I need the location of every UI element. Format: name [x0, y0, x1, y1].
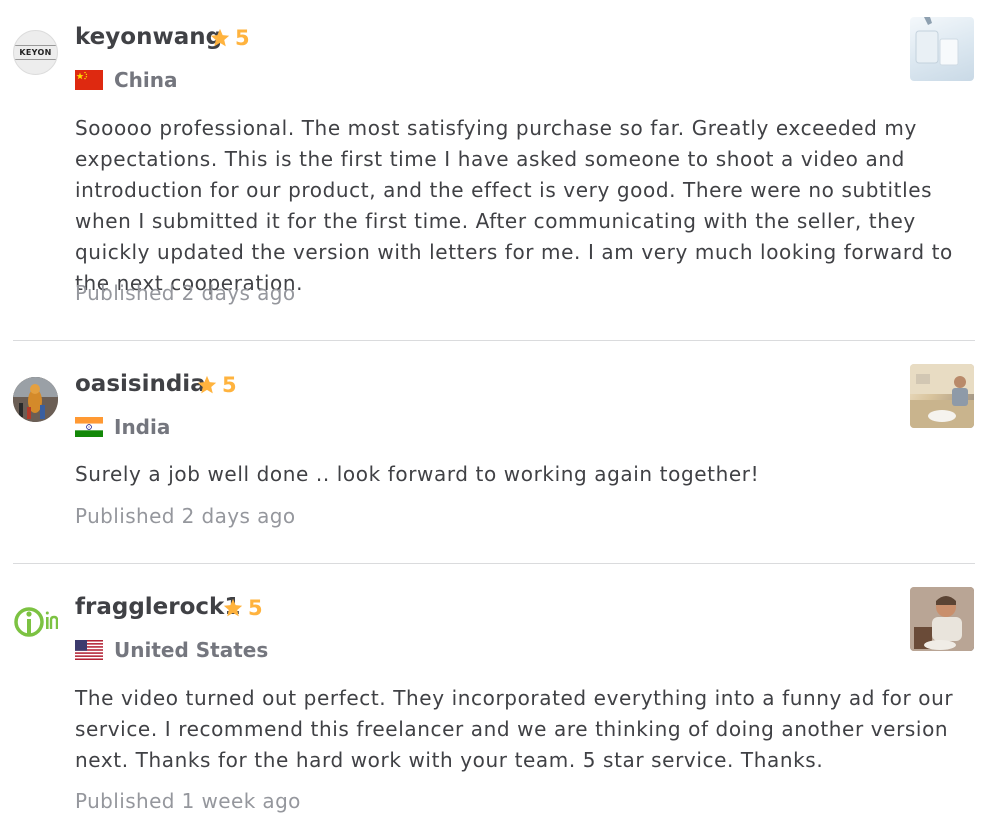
avatar-logo [14, 607, 59, 637]
avatar-logo-text: KEYON [15, 45, 56, 60]
india-flag-icon [75, 417, 103, 437]
us-flag-icon [75, 640, 103, 660]
thumbnail-image [915, 17, 959, 66]
rating-value: 5 [235, 26, 250, 50]
deliverable-thumbnail[interactable] [910, 587, 974, 651]
country-row: United States [75, 638, 268, 662]
published-date: Published 1 week ago [75, 789, 301, 813]
avatar[interactable]: KEYON [13, 30, 58, 75]
review-text: Sooooo professional. The most satisfying… [75, 116, 953, 295]
thumbnail-image [910, 587, 974, 651]
star-icon [197, 375, 217, 394]
reviews-list: KEYON keyonwang 5 China Sooooo professio… [0, 0, 1000, 833]
review-text: Surely a job well done .. look forward t… [75, 462, 760, 486]
avatar[interactable] [13, 377, 58, 422]
review-text: The video turned out perfect. They incor… [75, 686, 954, 772]
china-flag-icon [75, 70, 103, 90]
divider [13, 340, 975, 341]
country-name: China [114, 68, 178, 92]
country-row: India [75, 415, 170, 439]
rating: 5 [222, 596, 263, 620]
country-name: United States [114, 638, 269, 662]
divider [13, 563, 975, 564]
star-icon [223, 598, 243, 617]
avatar[interactable] [13, 600, 59, 645]
deliverable-thumbnail[interactable] [910, 364, 974, 428]
rating: 5 [209, 26, 250, 50]
username[interactable]: fragglerock1 [75, 594, 240, 620]
published-date: Published 2 days ago [75, 281, 296, 305]
country-row: China [75, 68, 178, 92]
star-icon [210, 28, 230, 47]
rating-value: 5 [248, 596, 263, 620]
country-name: India [114, 415, 171, 439]
rating-value: 5 [222, 373, 237, 397]
avatar-photo [13, 377, 58, 422]
username[interactable]: keyonwang [75, 24, 222, 50]
published-date: Published 2 days ago [75, 504, 296, 528]
username[interactable]: oasisindia [75, 371, 206, 397]
deliverable-thumbnail[interactable] [910, 17, 974, 81]
rating: 5 [196, 373, 237, 397]
thumbnail-image [910, 364, 974, 428]
